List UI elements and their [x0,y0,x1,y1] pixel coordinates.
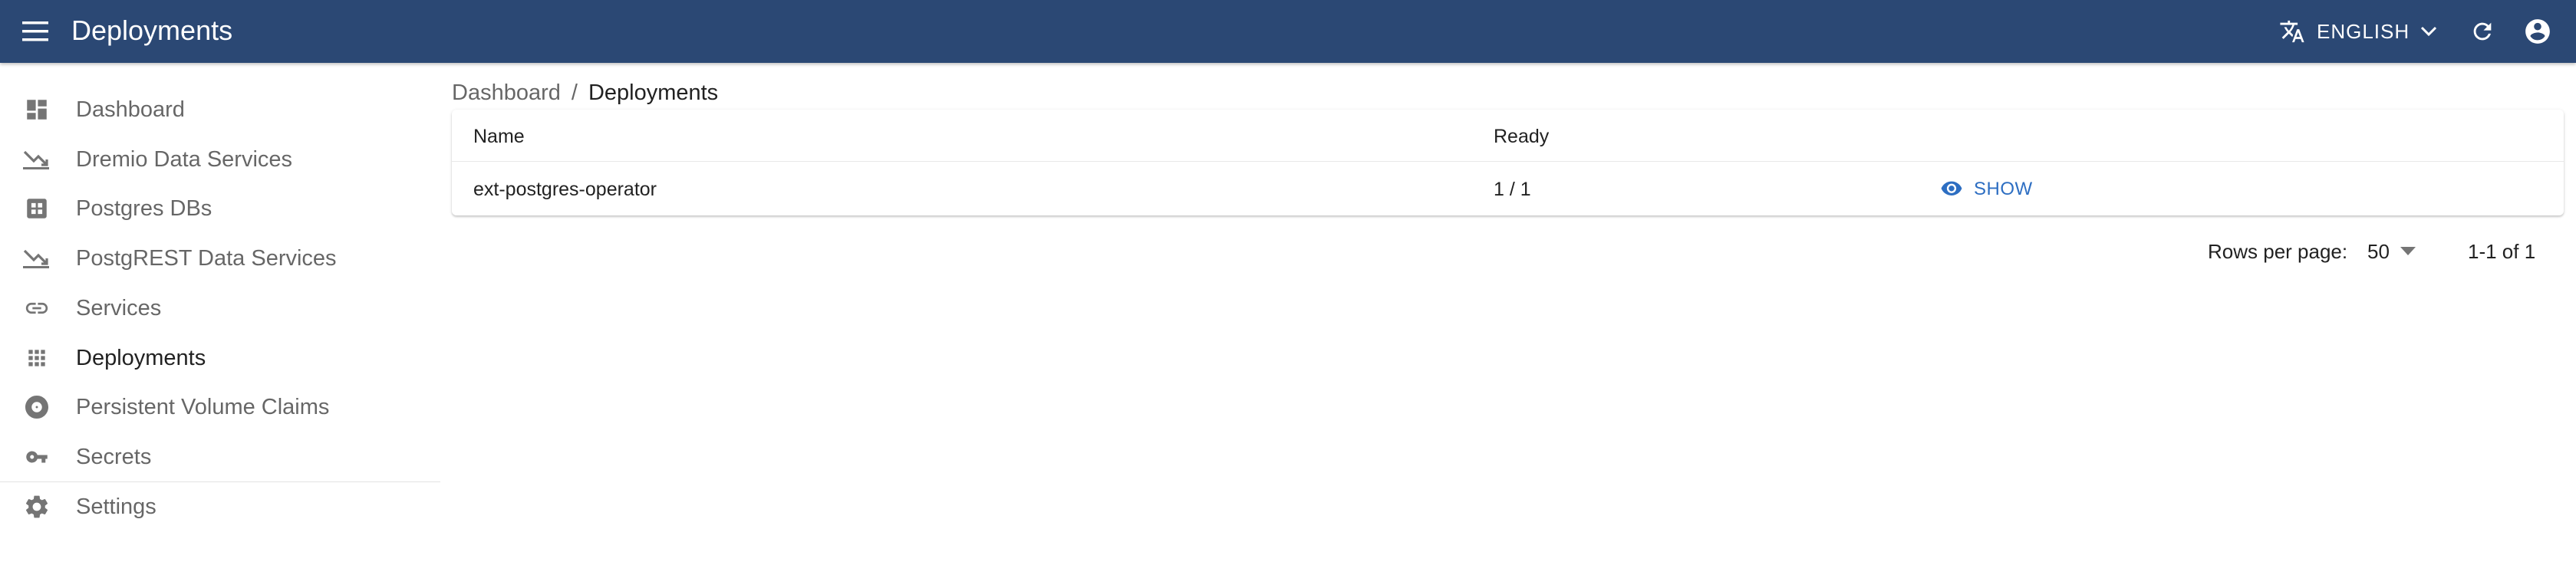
rows-per-page-label: Rows per page: [2208,240,2348,263]
language-selector[interactable]: ENGLISH [2278,14,2437,49]
account-button[interactable] [2521,15,2555,48]
chevron-down-icon [2421,26,2437,37]
show-button-label: SHOW [1974,179,2033,199]
sidebar-item-label: Secrets [76,445,152,469]
sidebar-item-settings[interactable]: Settings [0,482,440,531]
sidebar-item-persistent-volume-claims[interactable]: Persistent Volume Claims [0,383,440,432]
column-header-name[interactable]: Name [473,123,525,150]
caret-down-icon [2400,247,2416,255]
breadcrumb: Dashboard / Deployments [452,77,718,108]
eye-icon [1941,181,1962,196]
sidebar-item-postgrest-data-services[interactable]: PostgREST Data Services [0,234,440,283]
sidebar-item-label: Postgres DBs [76,196,212,221]
cell-name: ext-postgres-operator [473,179,657,200]
sidebar-item-postgres-dbs[interactable]: Postgres DBs [0,184,440,233]
sidebar-item-label: Deployments [76,346,206,370]
sidebar-item-dremio-data-services[interactable]: Dremio Data Services [0,135,440,184]
account-circle-icon [2525,19,2550,44]
sidebar-item-label: Dashboard [76,97,185,122]
pagination-range: 1-1 of 1 [2468,240,2536,263]
dashboard-icon [21,97,52,122]
link-icon [21,296,52,320]
breadcrumb-separator: / [571,80,578,105]
sidebar-item-services[interactable]: Services [0,284,440,333]
header-divider [452,161,2564,162]
show-button[interactable]: SHOW [1940,174,2033,205]
sidebar-item-label: Persistent Volume Claims [76,395,330,419]
rows-per-page-select[interactable]: 50 [2367,238,2416,264]
rows-per-page-value: 50 [2367,240,2390,263]
app-bar: Deployments ENGLISH [0,0,2576,63]
menu-icon [22,21,48,41]
apps-icon [21,346,52,370]
sidebar-item-label: Services [76,296,162,320]
column-header-ready[interactable]: Ready [1494,123,1549,150]
menu-button[interactable] [20,16,51,47]
key-icon [21,445,52,469]
sidebar-item-label: Settings [76,495,156,519]
sidebar-item-secrets[interactable]: Secrets [0,432,440,481]
refresh-icon [2473,22,2492,41]
breadcrumb-link-dashboard[interactable]: Dashboard [452,80,561,105]
gear-icon [21,495,52,519]
disc-icon [21,395,52,419]
sidebar-item-dashboard[interactable]: Dashboard [0,85,440,134]
refresh-button[interactable] [2466,15,2499,48]
deployments-table: Name Ready ext-postgres-operator 1 / 1 S… [452,110,2564,215]
app-title: Deployments [71,15,233,46]
grid-box-icon [21,196,52,221]
sidebar-item-deployments[interactable]: Deployments [0,334,440,383]
sidebar-item-label: PostgREST Data Services [76,246,337,271]
chart-down-icon [21,246,52,271]
cell-ready: 1 / 1 [1494,179,1531,200]
breadcrumb-current: Deployments [588,80,719,105]
chart-down-icon [21,147,52,172]
language-label: ENGLISH [2317,19,2410,43]
translate-icon [2280,20,2304,43]
sidebar-item-label: Dremio Data Services [76,147,293,172]
